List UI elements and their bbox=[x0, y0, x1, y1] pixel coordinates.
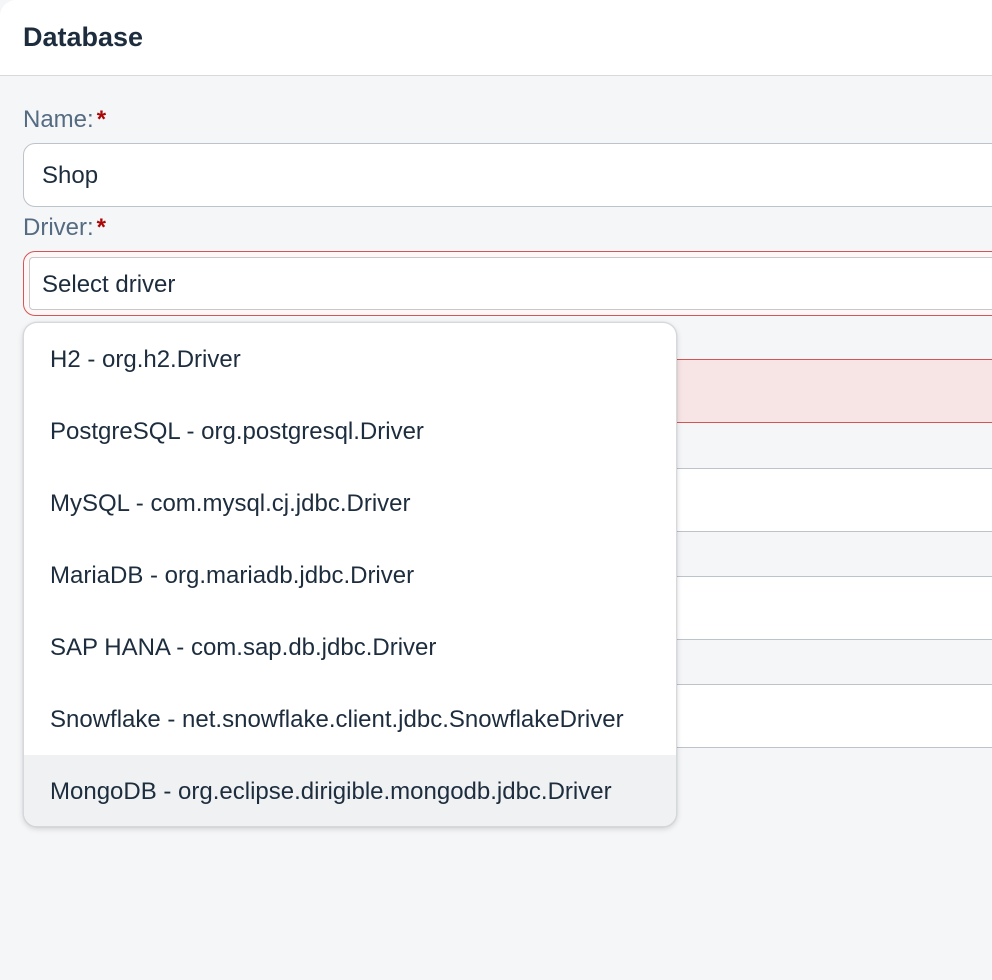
driver-select-value: Select driver bbox=[42, 271, 176, 298]
driver-option-label: SAP HANA - com.sap.db.jdbc.Driver bbox=[50, 634, 437, 661]
name-required-asterisk: * bbox=[96, 106, 107, 133]
driver-option-postgresql[interactable]: PostgreSQL - org.postgresql.Driver bbox=[24, 395, 676, 467]
driver-option-label: MariaDB - org.mariadb.jdbc.Driver bbox=[50, 562, 415, 589]
driver-option-sap-hana[interactable]: SAP HANA - com.sap.db.jdbc.Driver bbox=[24, 611, 676, 683]
driver-select-wrapper: Select driver bbox=[23, 251, 992, 316]
driver-option-label: PostgreSQL - org.postgresql.Driver bbox=[50, 418, 424, 445]
driver-option-label: Snowflake - net.snowflake.client.jdbc.Sn… bbox=[50, 706, 624, 733]
driver-label-text: Driver: bbox=[23, 214, 94, 241]
driver-label: Driver: * bbox=[23, 214, 106, 242]
driver-option-label: H2 - org.h2.Driver bbox=[50, 346, 241, 373]
dialog-header: Database bbox=[0, 0, 992, 76]
driver-option-mysql[interactable]: MySQL - com.mysql.cj.jdbc.Driver bbox=[24, 467, 676, 539]
name-input-value: Shop bbox=[42, 162, 99, 189]
driver-option-mariadb[interactable]: MariaDB - org.mariadb.jdbc.Driver bbox=[24, 539, 676, 611]
driver-option-label: MySQL - com.mysql.cj.jdbc.Driver bbox=[50, 490, 411, 517]
name-input[interactable]: Shop bbox=[23, 143, 992, 207]
name-label: Name: * bbox=[23, 106, 106, 134]
driver-option-h2[interactable]: H2 - org.h2.Driver bbox=[24, 323, 676, 395]
driver-select[interactable]: Select driver bbox=[29, 257, 992, 310]
background-input-field[interactable] bbox=[640, 468, 992, 532]
driver-required-asterisk: * bbox=[96, 214, 107, 241]
background-input-field[interactable] bbox=[640, 576, 992, 640]
name-label-text: Name: bbox=[23, 106, 94, 133]
dialog-title: Database bbox=[23, 22, 144, 52]
background-input-field[interactable] bbox=[640, 684, 992, 748]
driver-dropdown-list: H2 - org.h2.Driver PostgreSQL - org.post… bbox=[23, 322, 677, 827]
driver-option-label: MongoDB - org.eclipse.dirigible.mongodb.… bbox=[50, 778, 612, 805]
driver-option-snowflake[interactable]: Snowflake - net.snowflake.client.jdbc.Sn… bbox=[24, 683, 676, 755]
driver-option-mongodb[interactable]: MongoDB - org.eclipse.dirigible.mongodb.… bbox=[24, 755, 676, 826]
background-error-field bbox=[640, 359, 992, 423]
